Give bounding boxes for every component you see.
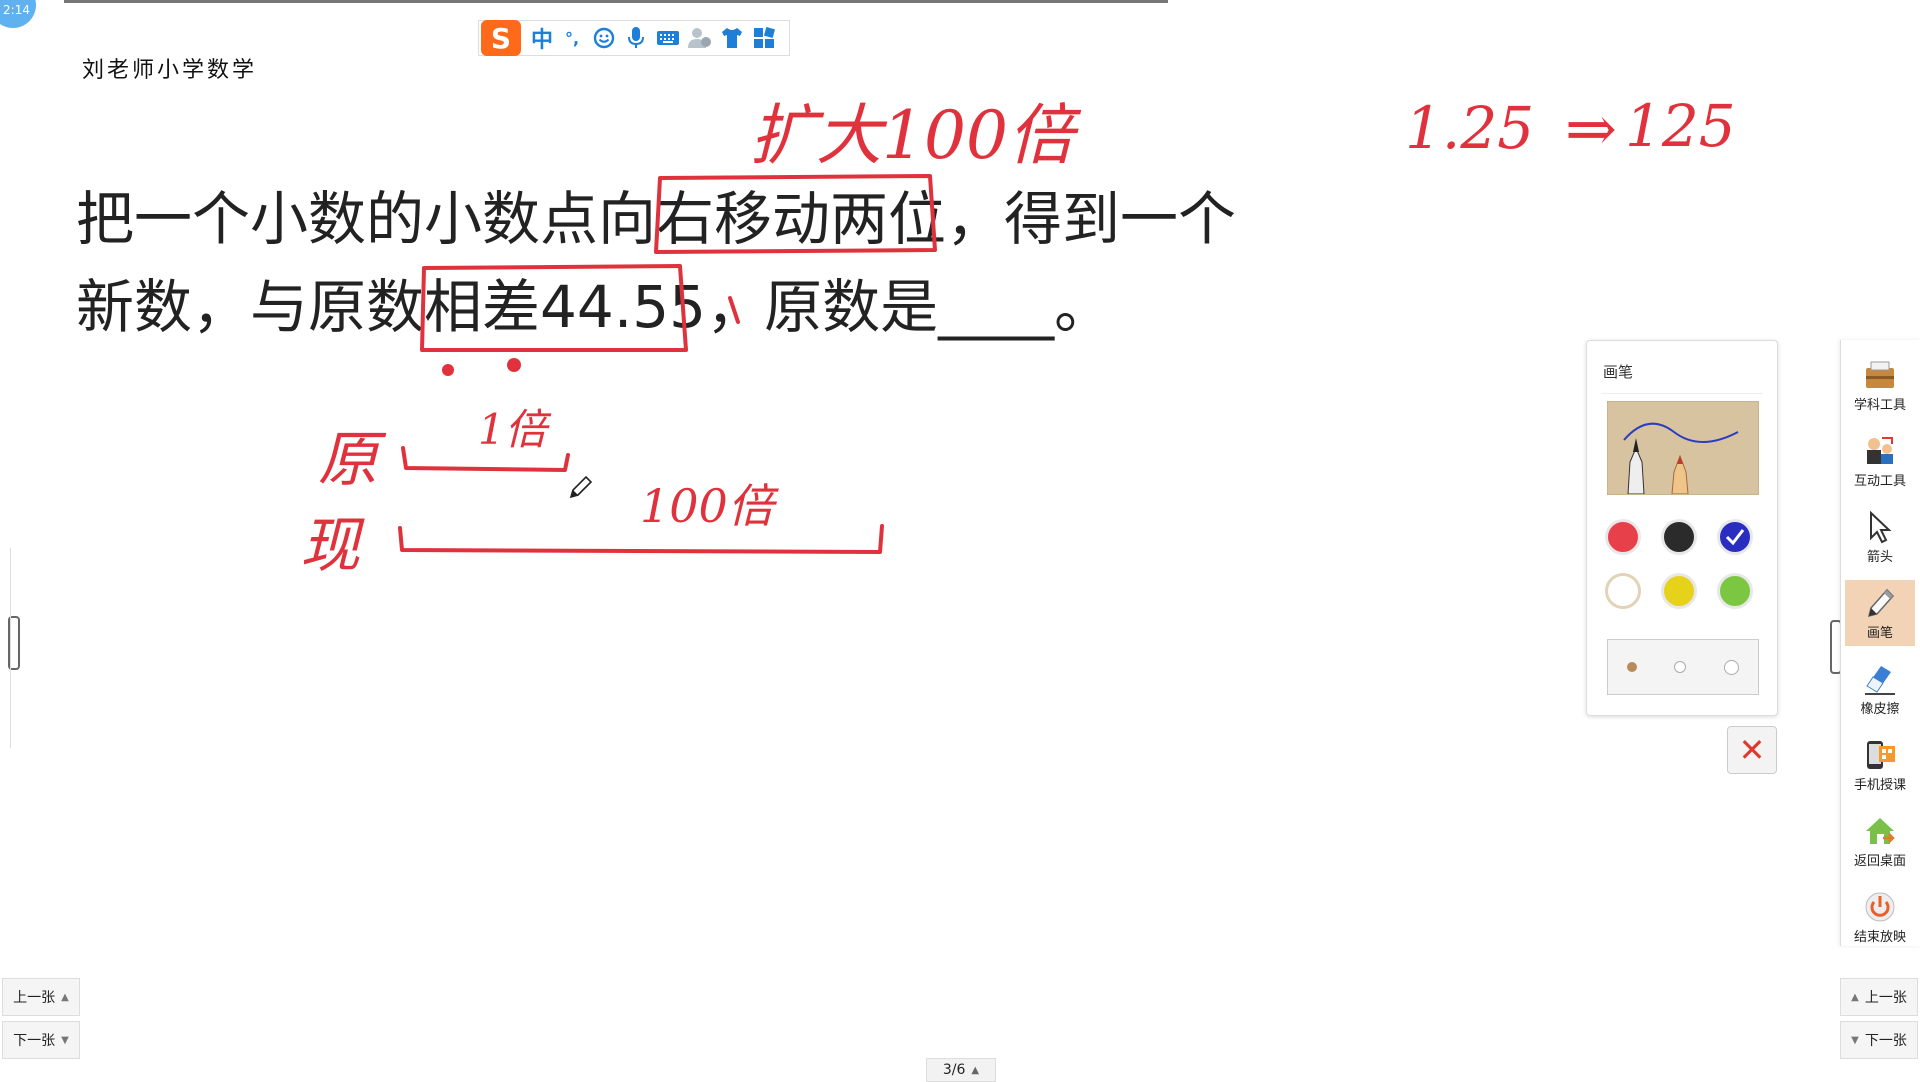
color-swatch-green[interactable] [1717, 573, 1753, 609]
note-eq-right: 125 [1625, 92, 1736, 160]
power-icon [1860, 888, 1900, 926]
left-next-slide-button[interactable]: 下一张 ▼ [2, 1021, 80, 1059]
next-label: 下一张 [1864, 1033, 1907, 1049]
bracket-now [398, 524, 884, 554]
toolbar-eraser[interactable]: 橡皮擦 [1845, 656, 1915, 722]
right-toolbar: 学科工具 互动工具 箭头 画笔 橡皮擦 手机授课 返回桌面 结束放映 [1840, 340, 1920, 946]
pen-size-large[interactable] [1724, 659, 1740, 675]
page-number: 3/6 [942, 1062, 966, 1078]
toolbar-label: 橡皮擦 [1860, 702, 1900, 717]
triangle-down-icon: ▼ [1851, 1034, 1859, 1046]
problem-text: 把一个小数的小数点向右移动两位，得到一个 新数，与原数相差44.55，原数是__… [76, 175, 1276, 351]
triangle-up-icon: ▲ [61, 991, 69, 1003]
problem-line1-highlight: 右移动两位 [656, 185, 947, 253]
keyboard-icon[interactable] [655, 25, 681, 51]
bracket-original [401, 446, 570, 472]
pen-type-preview[interactable] [1607, 401, 1759, 495]
check-icon [1725, 529, 1745, 546]
eraser-icon [1860, 660, 1900, 698]
right-next-slide-button[interactable]: ▼ 下一张 [1840, 1021, 1918, 1059]
problem-line1-part-a: 把一个小数的小数点向 [76, 185, 657, 253]
next-label: 下一张 [13, 1033, 56, 1049]
toolbar-end-show[interactable]: 结束放映 [1845, 884, 1915, 950]
pen-panel-divider [1601, 393, 1763, 394]
top-border-line [64, 0, 1168, 3]
toolbar-label: 画笔 [1866, 626, 1893, 641]
color-swatch-yellow[interactable] [1661, 573, 1697, 609]
pen-panel-title: 画笔 [1603, 363, 1634, 381]
color-swatch-blue[interactable] [1717, 519, 1753, 555]
problem-line2-part-c: ，原数是____。 [706, 273, 1113, 341]
toolbar-label: 返回桌面 [1853, 854, 1906, 869]
right-prev-slide-button[interactable]: ▲ 上一张 [1840, 978, 1918, 1016]
toolbar-label: 学科工具 [1853, 398, 1906, 413]
toolbar-label: 互动工具 [1853, 474, 1906, 489]
problem-line-1: 把一个小数的小数点向右移动两位，得到一个 [76, 175, 1276, 263]
dot-marker-1 [442, 364, 454, 376]
color-swatch-white[interactable] [1605, 573, 1641, 609]
pen-size-medium[interactable] [1674, 661, 1687, 673]
clock-badge: 2:14 [0, 0, 36, 28]
problem-line2-highlight: 相差44.55 [424, 273, 707, 341]
color-swatch-red[interactable] [1605, 519, 1641, 555]
ime-mode-toggle[interactable]: 中 [531, 22, 553, 54]
triangle-down-icon: ▼ [61, 1034, 69, 1046]
dot-marker-2 [507, 358, 521, 372]
note-hundred-times: 100倍 [640, 479, 780, 533]
sogou-logo-icon[interactable]: S [481, 20, 521, 56]
ime-punct-toggle[interactable]: °, [559, 25, 585, 51]
toolbar-label: 结束放映 [1853, 930, 1906, 945]
slide-header-title: 刘老师小学数学 [82, 58, 258, 83]
toolbar-return-desktop[interactable]: 返回桌面 [1845, 808, 1915, 874]
toolbar-arrow[interactable]: 箭头 [1845, 504, 1915, 570]
problem-line-2: 新数，与原数相差44.55，原数是____。 [76, 263, 1276, 351]
prev-label: 上一张 [13, 990, 56, 1006]
pen-settings-panel: 画笔 [1586, 340, 1778, 716]
toolbar-pen[interactable]: 画笔 [1845, 580, 1915, 646]
phone-teaching-icon [1860, 736, 1900, 774]
arrow-cursor-icon [1860, 508, 1900, 546]
problem-line2-part-a: 新数，与原数 [76, 273, 425, 341]
user-account-icon[interactable] [687, 25, 713, 51]
toolbar-subject-tools[interactable]: 学科工具 [1845, 352, 1915, 418]
interactive-tools-icon [1860, 432, 1900, 470]
triangle-up-icon: ▲ [1851, 991, 1859, 1003]
close-icon: ✕ [1738, 731, 1766, 769]
note-expand-100x: 扩大100倍 [750, 97, 1082, 174]
note-original-label: 原 [318, 425, 387, 495]
pen-size-selector [1607, 639, 1759, 695]
note-eq-left: 1.25 [1405, 94, 1534, 162]
marker-pen-icon [1627, 446, 1645, 495]
left-edge-line [10, 548, 11, 748]
emoji-icon[interactable] [591, 25, 617, 51]
toolbox-grid-icon[interactable] [751, 25, 777, 51]
toolbar-label: 箭头 [1866, 550, 1893, 565]
page-indicator[interactable]: 3/6 ▲ [926, 1058, 996, 1082]
pen-icon [1860, 584, 1900, 622]
toolbar-phone-teaching[interactable]: 手机授课 [1845, 732, 1915, 798]
toolbar-label: 手机授课 [1853, 778, 1906, 793]
microphone-icon[interactable] [623, 25, 649, 51]
note-now-label: 现 [300, 511, 365, 581]
caret-up-icon: ▲ [971, 1064, 980, 1076]
skin-shirt-icon[interactable] [719, 25, 745, 51]
color-swatch-black[interactable] [1661, 519, 1697, 555]
pen-size-small[interactable] [1626, 662, 1637, 672]
note-eq-arrow: ⇒ [1565, 92, 1617, 165]
left-prev-slide-button[interactable]: 上一张 ▲ [2, 978, 80, 1016]
pencil-cursor-icon [569, 475, 593, 499]
subject-tools-icon [1860, 356, 1900, 394]
toolbar-interactive-tools[interactable]: 互动工具 [1845, 428, 1915, 494]
prev-label: 上一张 [1864, 990, 1907, 1006]
problem-line1-part-c: ，得到一个 [946, 185, 1237, 253]
ime-toolbar[interactable]: S 中 °, [478, 20, 790, 56]
home-icon [1860, 812, 1900, 850]
close-pen-panel-button[interactable]: ✕ [1727, 726, 1777, 774]
note-one-times: 1倍 [478, 405, 552, 454]
